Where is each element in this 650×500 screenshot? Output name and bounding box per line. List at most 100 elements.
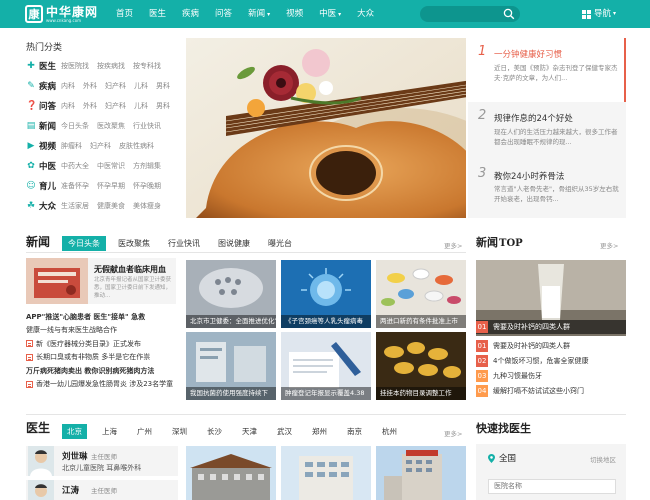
city-tab[interactable]: 郑州	[307, 424, 332, 439]
tab-today-headline[interactable]: 今日头条	[62, 236, 106, 251]
tab-industry[interactable]: 行业快讯	[162, 236, 206, 251]
category-sub-link[interactable]: 皮肤性病科	[119, 141, 154, 151]
category-sub-link[interactable]: 妇产科	[105, 101, 126, 111]
category-sub-link[interactable]: 健康美食	[97, 201, 125, 211]
search-input[interactable]	[428, 8, 498, 20]
chevron-down-icon: ▾	[613, 10, 617, 17]
category-sub-link[interactable]: 儿科	[134, 81, 148, 91]
news-headline[interactable]: 新《医疗器械分类目录》正式发布	[26, 337, 181, 351]
category-name[interactable]: 新闻	[39, 120, 61, 132]
category-sub-link[interactable]: 内科	[61, 81, 75, 91]
news-top-item[interactable]: 01 需要及时补钙的四类人群	[476, 320, 626, 334]
news-top-item[interactable]: 03 九种习惯最伤牙	[476, 368, 626, 383]
news-headline[interactable]: 长期口臭或有非物质 多半是它在作祟	[26, 351, 181, 365]
guitar-flowers-illustration	[186, 38, 466, 218]
news-photo[interactable]: 肿瘤登记年报显示覆盖4.38	[281, 332, 371, 400]
city-tab[interactable]: 南京	[342, 424, 367, 439]
category-sub-link[interactable]: 按疾病找	[97, 61, 125, 71]
hospital-name-input[interactable]	[488, 479, 616, 494]
hospital-photo[interactable]	[186, 446, 276, 500]
hero-banner-image[interactable]	[186, 38, 466, 218]
search-icon[interactable]	[503, 8, 515, 20]
news-photo[interactable]: 我国抗菌药使用强度持续下	[186, 332, 276, 400]
city-tab[interactable]: 上海	[97, 424, 122, 439]
news-headline[interactable]: 香港一幼儿园爆发急性肠胃炎 涉及23名学童	[26, 378, 181, 392]
category-sub-link[interactable]: 怀孕早期	[97, 181, 125, 191]
news-top-item[interactable]: 02 4个做饭坏习惯，危害全家健康	[476, 353, 626, 368]
category-sub-link[interactable]: 准备怀孕	[61, 181, 89, 191]
featured-item[interactable]: 2 规律作息的24个好处 现在人们的生活压力越来越大，很多工作者都会出现睡眠不规…	[468, 102, 626, 162]
category-sub-link[interactable]: 行业快讯	[133, 121, 161, 131]
category-sub-link[interactable]: 怀孕晚期	[133, 181, 161, 191]
category-sub-link[interactable]: 妇产科	[105, 81, 126, 91]
category-sub-link[interactable]: 美体瘦身	[133, 201, 161, 211]
category-name[interactable]: 问答	[39, 100, 61, 112]
category-sub-link[interactable]: 中药大全	[61, 161, 89, 171]
city-tab[interactable]: 广州	[132, 424, 157, 439]
nav-item-disease[interactable]: 疾病	[174, 0, 207, 28]
city-tab[interactable]: 天津	[237, 424, 262, 439]
category-sub-link[interactable]: 今日头条	[61, 121, 89, 131]
doctor-card[interactable]: 刘世琳 主任医师 北京儿童医院 耳鼻喉外科	[26, 446, 178, 476]
featured-item[interactable]: 1 一分钟健康好习惯 近日，美国《预防》杂志刊登了保健专家杰夫·克萨的文章，为人…	[468, 38, 626, 102]
category-name[interactable]: 疾病	[39, 80, 61, 92]
nav-item-video[interactable]: 视频	[278, 0, 311, 28]
city-tab[interactable]: 杭州	[377, 424, 402, 439]
news-photo[interactable]: 两进口新药有条件批准上市	[376, 260, 466, 328]
hospital-photo[interactable]	[281, 446, 371, 500]
category-sub-link[interactable]: 妇产科	[90, 141, 111, 151]
nav-item-public[interactable]: 大众	[349, 0, 382, 28]
news-top-more-link[interactable]: 更多>	[600, 240, 618, 250]
category-sub-link[interactable]: 内科	[61, 101, 75, 111]
city-tab[interactable]: 武汉	[272, 424, 297, 439]
site-logo[interactable]: 康 中华康网 www.cnkang.com	[25, 4, 99, 24]
category-name[interactable]: 育儿	[39, 180, 61, 192]
category-name[interactable]: 中医	[39, 160, 61, 172]
city-tab[interactable]: 深圳	[167, 424, 192, 439]
news-photo[interactable]: 挂挂本药物目录调整工作	[376, 332, 466, 400]
switch-region-link[interactable]: 切换地区	[590, 454, 616, 464]
nav-item-tcm[interactable]: 中医 ▾	[311, 0, 349, 28]
category-name[interactable]: 视频	[39, 140, 61, 152]
category-sub-link[interactable]: 男科	[156, 101, 170, 111]
category-sub-link[interactable]: 外科	[83, 101, 97, 111]
category-sub-link[interactable]: 方剂辑集	[133, 161, 161, 171]
news-top-item[interactable]: 04 缓解打嗝不妨试试这些小窍门	[476, 383, 626, 398]
hospital-photo[interactable]	[376, 446, 466, 500]
featured-item[interactable]: 3 教你24小时养骨法 常言道"人老骨先老"，骨组织从35岁左右就开始衰老，出现…	[468, 162, 626, 218]
news-top-item[interactable]: 01 需要及时补钙的四类人群	[476, 338, 626, 353]
news-headline[interactable]: 万斤病死猪肉卖出 教你识别病死猪肉方法	[26, 364, 181, 378]
category-sub-link[interactable]: 外科	[83, 81, 97, 91]
doctor-card[interactable]: 江涛 主任医师	[26, 480, 178, 500]
nav-item-qa[interactable]: 问答	[207, 0, 240, 28]
nav-item-news[interactable]: 新闻 ▾	[240, 0, 278, 28]
news-more-link[interactable]: 更多>	[444, 240, 462, 250]
news-feature-card[interactable]: 无假献血者临床用血 北京青年报记者从国家卫计委获悉，国家卫计委日前下发通知，推动…	[26, 258, 176, 304]
category-name[interactable]: 大众	[39, 200, 61, 212]
tab-exposure[interactable]: 曝光台	[262, 236, 298, 251]
category-sub-link[interactable]: 按医院找	[61, 61, 89, 71]
nav-item-doctor[interactable]: 医生	[141, 0, 174, 28]
city-tab[interactable]: 长沙	[202, 424, 227, 439]
guide-menu[interactable]: 导航 ▾	[582, 0, 616, 28]
tab-picture-health[interactable]: 图说健康	[212, 236, 256, 251]
tab-reform[interactable]: 医改聚焦	[112, 236, 156, 251]
category-name[interactable]: 医生	[39, 60, 61, 72]
nav-item-home[interactable]: 首页	[108, 0, 141, 28]
category-sub-link[interactable]: 肿瘤科	[61, 141, 82, 151]
news-headline[interactable]: APP"推送"心脑患者 医生"接单" 急救	[26, 310, 181, 324]
doctor-more-link[interactable]: 更多>	[444, 428, 462, 438]
category-sub-link[interactable]: 中医常识	[97, 161, 125, 171]
location-selector[interactable]: 全国	[488, 452, 516, 464]
category-sub-link[interactable]: 儿科	[134, 101, 148, 111]
news-headline[interactable]: 健康一线与有来医生战略合作	[26, 324, 181, 338]
news-photo[interactable]: 《子宫颈癌等人乳头瘤病毒	[281, 260, 371, 328]
blood-donation-thumbnail	[26, 258, 88, 304]
category-row: ✚ 医生 按医院找 按疾病找 按专科找	[26, 56, 181, 76]
city-tab[interactable]: 北京	[62, 424, 87, 439]
category-sub-link[interactable]: 按专科找	[133, 61, 161, 71]
category-sub-link[interactable]: 生活家居	[61, 201, 89, 211]
news-photo[interactable]: 北京市卫健委：全面推进优化专家	[186, 260, 276, 328]
category-sub-link[interactable]: 医改聚焦	[97, 121, 125, 131]
category-sub-link[interactable]: 男科	[156, 81, 170, 91]
